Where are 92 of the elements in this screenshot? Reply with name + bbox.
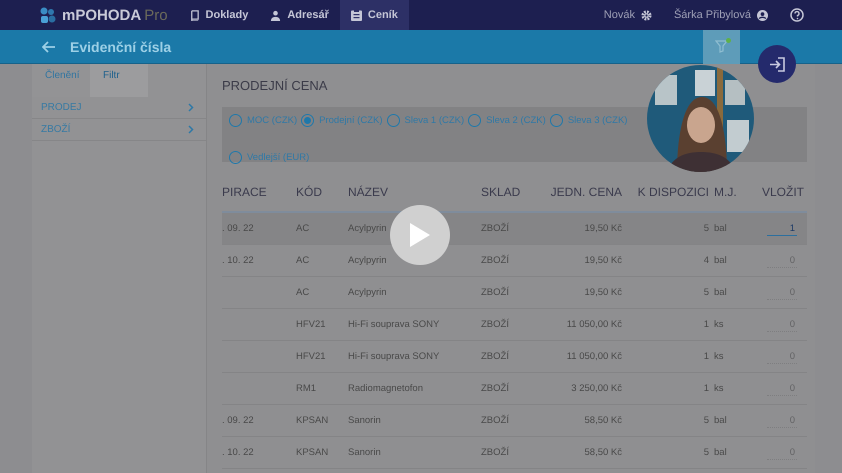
price-radio[interactable]: Sleva 3 (CZK) xyxy=(550,114,628,127)
table-cell-text: 4 xyxy=(702,255,710,266)
table-cell-text: ZBOŽÍ xyxy=(481,415,510,426)
nav-tab[interactable]: Adresář xyxy=(259,0,340,30)
page-title: Evidenční čísla xyxy=(70,38,172,54)
column-header: PIRACE xyxy=(222,184,268,198)
person-icon xyxy=(270,10,282,20)
table-cell-text: 1 xyxy=(702,319,710,330)
table-cell-text: bal xyxy=(714,447,728,458)
table-cell-text: HFV21 xyxy=(296,319,327,330)
price-radio[interactable]: Vedlejší (EUR) xyxy=(229,151,310,164)
table-cell-text: ZBOŽÍ xyxy=(481,383,510,394)
table-cell-text: 11 050,00 Kč xyxy=(566,351,623,362)
table-cell-text: KPSAN xyxy=(296,415,330,426)
table-cell-text: 5 xyxy=(702,415,710,426)
table-cell-text: RM1 xyxy=(296,383,318,394)
table-cell-text: 58,50 Kč xyxy=(584,415,623,426)
price-radio[interactable]: MOC (CZK) xyxy=(229,114,298,127)
clipboard-icon xyxy=(350,9,362,21)
column-header: VLOŽIT xyxy=(762,184,806,198)
table-cell-text: KPSAN xyxy=(296,447,330,458)
table-row[interactable]: . 09. 22 AC Acylpyrin ZBOŽÍ 19,50 Kč 5 bal 1 xyxy=(222,213,807,245)
table-cell-text: AC xyxy=(296,223,310,234)
table-cell-text: AC xyxy=(296,287,310,298)
table-cell-text: ZBOŽÍ xyxy=(481,319,510,330)
play-icon xyxy=(408,221,432,249)
table-cell-text: 19,50 Kč xyxy=(584,223,623,234)
help-button[interactable] xyxy=(790,8,804,22)
table-cell-text: ks xyxy=(714,351,724,362)
table-cell-text: ks xyxy=(714,383,724,394)
column-header: KÓD xyxy=(296,184,324,198)
table-cell-text: 19,50 Kč xyxy=(584,287,623,298)
table-cell-text: 3 250,00 Kč xyxy=(570,383,623,394)
sidebar-item[interactable]: PRODEJ xyxy=(32,97,206,119)
sidebar-tab[interactable]: Filtr xyxy=(90,64,148,97)
table-cell-text: ZBOŽÍ xyxy=(481,255,510,266)
table-cell-text: . 10. 22 xyxy=(222,447,255,458)
table-cell-text: 58,50 Kč xyxy=(584,447,623,458)
price-radio[interactable]: Sleva 2 (CZK) xyxy=(468,114,546,127)
column-header: NÁZEV xyxy=(348,184,390,198)
settings-icon xyxy=(640,10,652,20)
sidebar-item[interactable]: ZBOŽÍ xyxy=(32,119,206,141)
table-cell-text: 5 xyxy=(702,223,710,234)
table-cell-text: bal xyxy=(714,287,728,298)
table-cell-text: Hi-Fi souprava SONY xyxy=(348,319,440,330)
table-cell-text: bal xyxy=(714,223,728,234)
back-button[interactable] xyxy=(42,40,56,52)
table-cell-text: . 09. 22 xyxy=(222,223,255,234)
table-cell-text: . 10. 22 xyxy=(222,255,255,266)
table-cell-text: 19,50 Kč xyxy=(584,255,623,266)
table-cell-text: 1 xyxy=(702,351,710,362)
table-cell-text: bal xyxy=(714,415,728,426)
table-cell-text: ZBOŽÍ xyxy=(481,351,510,362)
nav-tab[interactable]: Doklady xyxy=(178,0,260,30)
table-cell-text: AC xyxy=(296,255,310,266)
book-icon xyxy=(188,10,200,20)
price-radio[interactable]: Prodejní (CZK) xyxy=(301,114,382,127)
user-icon xyxy=(757,10,768,20)
nav-tab[interactable]: Ceník xyxy=(340,0,409,30)
table-cell-text: Hi-Fi souprava SONY xyxy=(348,351,440,362)
table-cell-text: bal xyxy=(714,255,728,266)
table-cell-text: ZBOŽÍ xyxy=(481,223,510,234)
table-cell-text: 5 xyxy=(702,447,710,458)
section-title: PRODEJNÍ CENA xyxy=(222,78,328,93)
filter-icon xyxy=(715,40,728,53)
brand-name: mPOHODA Pro xyxy=(62,6,168,24)
quantity-field[interactable]: 1 xyxy=(767,222,797,236)
table-cell-text: ZBOŽÍ xyxy=(481,287,510,298)
table-cell-text: 1 xyxy=(702,383,710,394)
table-cell-text: Radiomagnetofon xyxy=(348,383,424,394)
table-cell-text: 5 xyxy=(702,287,710,298)
company-button[interactable]: Novák xyxy=(604,9,652,21)
table-cell-text: . 09. 22 xyxy=(222,415,255,426)
column-header: JEDN. CENA xyxy=(550,184,623,198)
table-cell-text: ZBOŽÍ xyxy=(481,447,510,458)
table-cell-text: Acylpyrin xyxy=(348,223,388,234)
table-cell-text: ks xyxy=(714,319,724,330)
chevron-icon xyxy=(188,103,194,112)
column-header: M.J. xyxy=(714,184,738,198)
column-header: K DISPOZICI xyxy=(636,184,710,198)
user-button[interactable]: Šárka Přibylová xyxy=(674,9,768,21)
chevron-icon xyxy=(188,125,194,134)
column-header: SKLAD xyxy=(481,184,522,198)
table-cell-text: HFV21 xyxy=(296,351,327,362)
table-cell-text: Sanorin xyxy=(348,415,382,426)
price-radio[interactable]: Sleva 1 (CZK) xyxy=(386,114,464,127)
logo-icon xyxy=(40,7,56,23)
login-icon xyxy=(768,56,786,72)
table-cell-text: Acylpyrin xyxy=(348,255,388,266)
table-cell-text: Sanorin xyxy=(348,447,382,458)
table-cell-text: 11 050,00 Kč xyxy=(566,319,623,330)
table-cell-text: Acylpyrin xyxy=(348,287,388,298)
